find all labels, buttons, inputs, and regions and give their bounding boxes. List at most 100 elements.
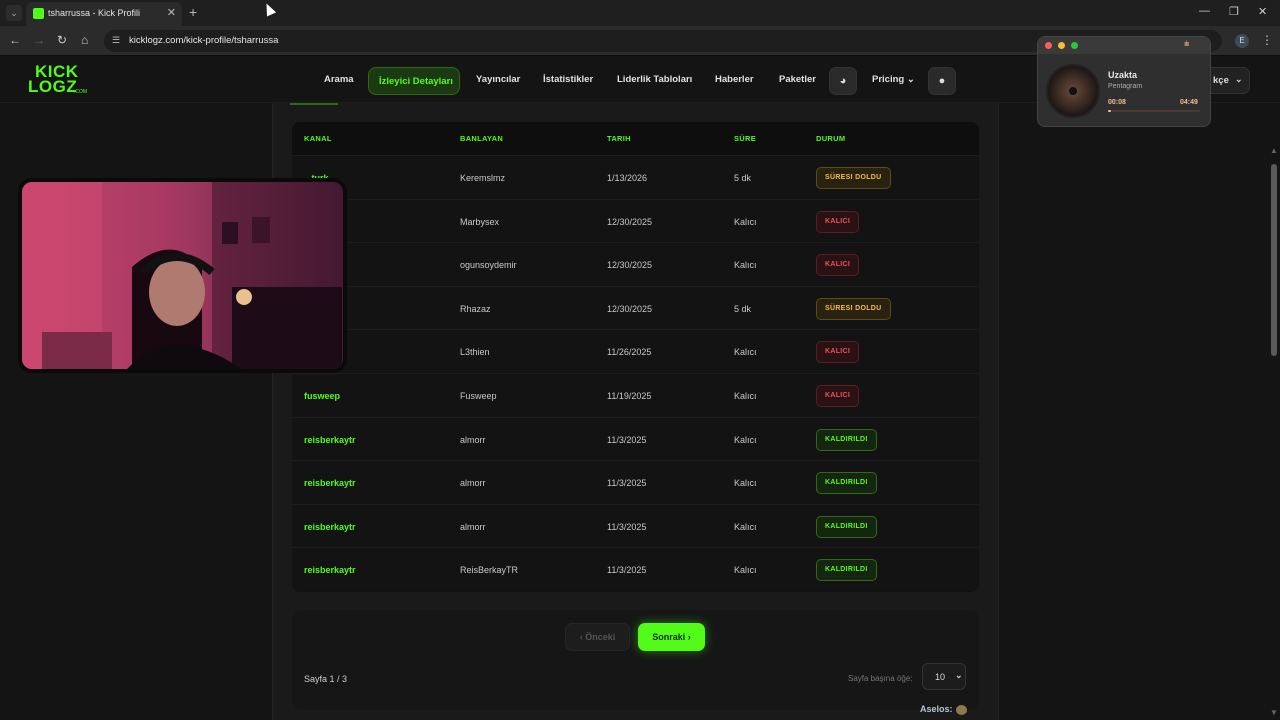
per-page-label: Sayfa başına öğe: bbox=[848, 674, 913, 683]
site-info-icon[interactable]: ☰ bbox=[112, 35, 120, 46]
next-label: Sonraki bbox=[652, 632, 686, 642]
status-badge: KALDIRILDI bbox=[816, 428, 877, 451]
nav-arama[interactable]: Arama bbox=[324, 74, 354, 85]
maximize-dot-icon[interactable] bbox=[1071, 42, 1078, 49]
progress-bar[interactable] bbox=[1108, 110, 1200, 112]
nav-izleyici-detaylari[interactable]: İzleyici Detayları bbox=[368, 67, 460, 95]
cell-tarih: 11/3/2025 bbox=[607, 565, 647, 576]
close-dot-icon[interactable] bbox=[1045, 42, 1052, 49]
track-duration: 04:49 bbox=[1180, 99, 1198, 106]
user-account-icon[interactable]: ● bbox=[928, 67, 956, 95]
reload-icon[interactable]: ↻ bbox=[57, 33, 67, 47]
table-row: reisberkaytr almorr 11/3/2025 Kalıcı KALDIRI… bbox=[292, 460, 979, 504]
nav-pricing[interactable]: Pricing ⌄ bbox=[872, 74, 915, 85]
scroll-up-icon[interactable]: ▲ bbox=[1270, 146, 1278, 155]
tab-close-icon[interactable]: ✕ bbox=[167, 6, 176, 19]
scroll-down-icon[interactable]: ▼ bbox=[1270, 708, 1278, 717]
cell-tarih: 1/13/2026 bbox=[607, 173, 648, 183]
minimize-dot-icon[interactable] bbox=[1058, 42, 1065, 49]
table-row: reisberkaytr almorr 11/3/2025 Kalıcı KALDIRI… bbox=[292, 503, 979, 548]
back-icon[interactable]: ← bbox=[9, 33, 21, 47]
progress-fill bbox=[1108, 110, 1111, 112]
cell-sure: Kalıcı bbox=[734, 347, 757, 358]
cell-kanal[interactable]: reisberkaytr bbox=[304, 565, 356, 575]
music-titlebar: ıılıı bbox=[1038, 37, 1210, 54]
cell-kanal[interactable]: fusweep bbox=[304, 391, 340, 401]
per-page-select[interactable]: 10 ⌄ bbox=[922, 663, 966, 690]
cell-kanal[interactable]: reisberkaytr bbox=[304, 435, 356, 445]
cell-sure: 5 dk bbox=[734, 303, 752, 314]
prev-label: Önceki bbox=[585, 632, 616, 642]
table-row: ...turkKeremslmz1/13/20265 dkSÜRESI DOLD… bbox=[292, 155, 979, 199]
cell-banlayan[interactable]: Marbysex bbox=[460, 217, 499, 227]
status-badge: KALICI bbox=[816, 254, 860, 277]
forward-icon[interactable]: → bbox=[33, 33, 45, 47]
cell-sure: Kalıcı bbox=[734, 434, 757, 445]
browser-menu-icon[interactable]: ⋮ bbox=[1261, 33, 1273, 47]
cell-kanal[interactable]: reisberkaytr bbox=[304, 522, 356, 532]
webcam-overlay bbox=[18, 178, 347, 373]
cell-tarih: 11/26/2025 bbox=[607, 347, 652, 358]
profile-avatar[interactable]: E bbox=[1235, 34, 1249, 48]
per-page-value: 10 bbox=[935, 672, 946, 682]
page-info: Sayfa 1 / 3 bbox=[304, 674, 348, 684]
restore-icon[interactable]: ❐ bbox=[1229, 5, 1239, 18]
nav-yayincilar[interactable]: Yayıncılar bbox=[476, 74, 520, 85]
aselos-avatar-icon bbox=[956, 705, 967, 715]
cell-banlayan[interactable]: Rhazaz bbox=[460, 304, 491, 314]
cell-kanal[interactable]: reisberkaytr bbox=[304, 478, 356, 488]
url-text: kicklogz.com/kick-profile/tsharrussa bbox=[129, 35, 279, 46]
album-art bbox=[1046, 64, 1100, 118]
nav-izleyici-label: İzleyici Detayları bbox=[379, 76, 453, 87]
window-close-icon[interactable]: ✕ bbox=[1258, 5, 1267, 18]
table-row: Rhazaz 12/30/2025 5 dk SÜRESI DOLDU bbox=[292, 285, 979, 330]
home-icon[interactable]: ⌂ bbox=[81, 33, 88, 47]
cell-banlayan[interactable]: Fusweep bbox=[460, 391, 497, 401]
previous-page-button[interactable]: ‹ Önceki bbox=[565, 623, 630, 651]
next-page-button[interactable]: Sonraki › bbox=[638, 623, 705, 651]
cell-tarih: 11/3/2025 bbox=[607, 478, 647, 489]
status-badge: KALDIRILDI bbox=[816, 559, 877, 582]
browser-tab[interactable]: tsharrussa - Kick Profili ✕ bbox=[26, 2, 182, 26]
header-durum: DURUM bbox=[816, 134, 846, 143]
logo-line-2: LOGZ bbox=[28, 77, 78, 96]
table-row: reisberkaytr ReisBerkayTR 11/3/2025 Kalıcı K… bbox=[292, 547, 979, 591]
table-row: fusweep Fusweep 11/19/2025 Kalıcı KALICI bbox=[292, 373, 979, 417]
chevron-right-icon: › bbox=[685, 632, 691, 642]
nav-pricing-label: Pricing bbox=[872, 74, 905, 85]
nav-istatistikler[interactable]: İstatistikler bbox=[543, 74, 593, 85]
table-row: reisberkaytr almorr 11/3/2025 Kalıcı KALDIRI… bbox=[292, 416, 979, 461]
tab-search-icon[interactable]: ⌄ bbox=[6, 5, 22, 21]
song-artist: Pentagram bbox=[1108, 83, 1143, 90]
status-badge: SÜRESI DOLDU bbox=[816, 167, 891, 189]
nav-paketler[interactable]: Paketler bbox=[779, 74, 816, 85]
mouse-cursor-icon bbox=[261, 1, 277, 17]
header-tarih: TARIH bbox=[607, 134, 631, 143]
cell-banlayan[interactable]: almorr bbox=[460, 435, 486, 445]
logo-suffix: .COM bbox=[74, 89, 88, 95]
minimize-icon[interactable]: — bbox=[1199, 5, 1210, 17]
elapsed-time: 00:08 bbox=[1108, 99, 1126, 106]
new-tab-icon[interactable]: + bbox=[189, 4, 197, 20]
cell-sure: Kalıcı bbox=[734, 521, 757, 532]
table-row: ...ylandogunsoydemir12/30/2025KalıcıKALI… bbox=[292, 242, 979, 286]
cell-banlayan[interactable]: almorr bbox=[460, 522, 486, 532]
cell-sure: Kalıcı bbox=[734, 216, 757, 227]
webcam-video bbox=[22, 182, 343, 369]
cell-banlayan[interactable]: almorr bbox=[460, 478, 486, 488]
cell-tarih: 11/19/2025 bbox=[607, 391, 652, 401]
cell-tarih: 12/30/2025 bbox=[607, 260, 653, 271]
pagination: ‹ Önceki Sonraki › Sayfa 1 / 3 Sayfa baş… bbox=[292, 610, 979, 710]
cell-banlayan[interactable]: ogunsoydemir bbox=[460, 260, 517, 270]
cell-banlayan[interactable]: L3thien bbox=[460, 347, 490, 357]
active-tab-underline bbox=[290, 103, 338, 105]
page-scrollbar[interactable] bbox=[1271, 164, 1277, 356]
kicklogz-logo[interactable]: KICK LOGZ .COM bbox=[28, 62, 90, 98]
nav-liderlik[interactable]: Liderlik Tabloları bbox=[617, 74, 692, 85]
discord-icon[interactable]: ◕ bbox=[829, 67, 857, 95]
nav-haberler[interactable]: Haberler bbox=[715, 74, 754, 85]
cell-banlayan[interactable]: ReisBerkayTR bbox=[460, 565, 518, 575]
status-badge: KALDIRILDI bbox=[816, 515, 877, 538]
cell-sure: Kalıcı bbox=[734, 260, 757, 271]
cell-banlayan[interactable]: Keremslmz bbox=[460, 173, 505, 183]
